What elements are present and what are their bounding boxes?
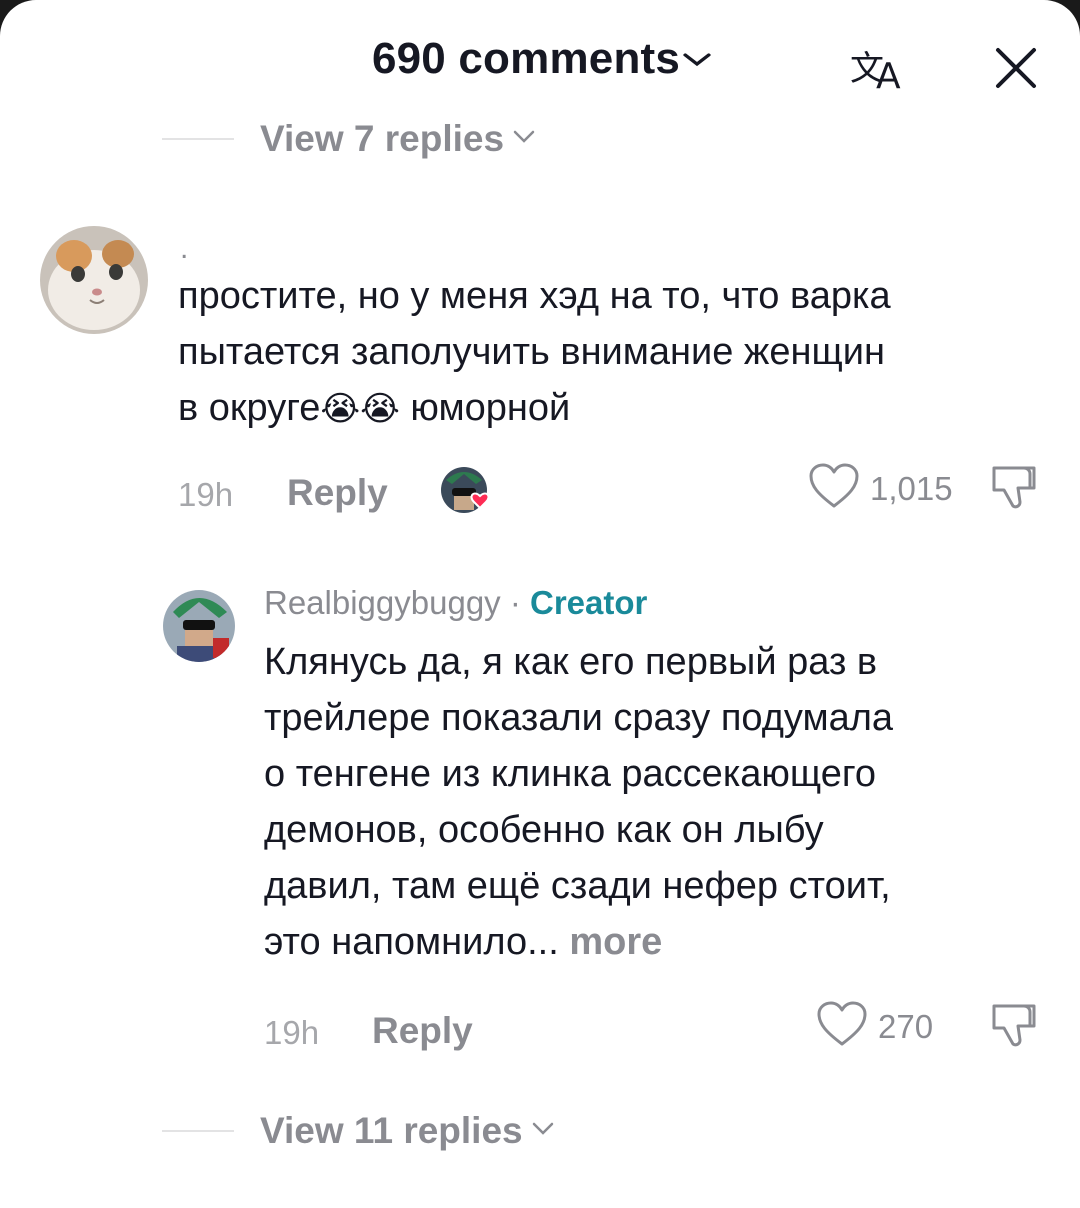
- comment-username[interactable]: .: [180, 232, 188, 266]
- comment-text: простите, но у меня хэд на то, что варка…: [178, 268, 1058, 437]
- reply-time: 19h: [264, 1014, 320, 1051]
- dislike-icon[interactable]: [988, 462, 1040, 517]
- like-count: 1,015: [870, 469, 953, 507]
- comments-sheet: 690 comments 文 A View 7 replies . прости…: [0, 0, 1080, 1208]
- comment-time: 19h: [178, 476, 234, 513]
- creator-liked-avatar: [440, 466, 496, 518]
- dislike-icon[interactable]: [988, 1000, 1040, 1055]
- heart-icon: [816, 1000, 868, 1053]
- reply-button[interactable]: Reply: [287, 472, 388, 514]
- avatar-creator[interactable]: [163, 590, 235, 662]
- divider-line: [162, 138, 234, 140]
- reply-button[interactable]: Reply: [372, 1010, 473, 1052]
- heart-icon: [808, 462, 860, 515]
- crying-emoji: 😭😭: [320, 390, 400, 428]
- comment-text-tail: юморной: [399, 387, 571, 429]
- view-replies-button[interactable]: View 7 replies: [162, 118, 536, 160]
- chevron-down-icon: [531, 1121, 555, 1142]
- chevron-down-icon: [683, 43, 712, 74]
- translate-icon[interactable]: 文 A: [848, 40, 912, 97]
- svg-text:A: A: [876, 56, 901, 96]
- username-separator: ·: [500, 584, 530, 621]
- more-link[interactable]: more: [559, 921, 662, 963]
- like-count: 270: [878, 1007, 934, 1045]
- view-replies-button[interactable]: View 11 replies: [162, 1110, 555, 1152]
- reply-text-body: Клянусь да, я как его первый раз в трейл…: [264, 641, 894, 963]
- divider-line: [162, 1130, 234, 1132]
- close-icon[interactable]: [988, 40, 1044, 96]
- reply-comment-text: Клянусь да, я как его первый раз в трейл…: [264, 634, 1064, 970]
- like-button[interactable]: 270: [816, 1000, 933, 1053]
- reply-username[interactable]: Realbiggybuggy: [264, 584, 501, 621]
- view-replies-label: View 7 replies: [260, 118, 505, 159]
- reply-username-line: Realbiggybuggy · Creator: [264, 584, 647, 622]
- creator-badge: Creator: [530, 584, 648, 621]
- view-replies-label: View 11 replies: [260, 1110, 523, 1151]
- comments-count-title[interactable]: 690 comments: [0, 34, 1080, 84]
- comments-count-label: 690 comments: [371, 34, 681, 83]
- like-button[interactable]: 1,015: [808, 462, 953, 515]
- chevron-down-icon: [512, 129, 536, 150]
- avatar-cat[interactable]: [40, 226, 148, 334]
